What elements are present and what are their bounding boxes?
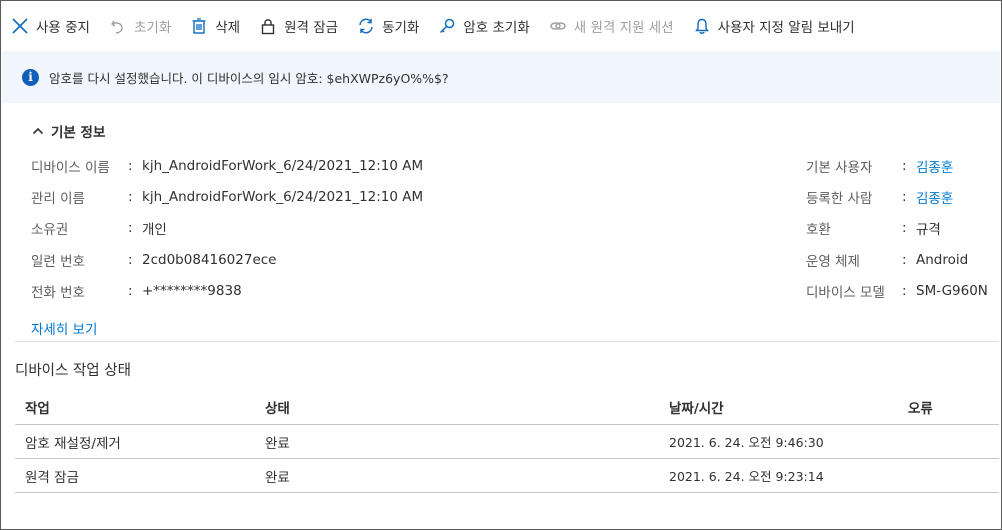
link-icon: [548, 16, 568, 36]
column-header-datetime[interactable]: 날짜/시간: [659, 397, 902, 417]
section-divider: [15, 341, 999, 342]
cell-status: 완료: [265, 469, 290, 486]
cell-datetime: 2021. 6. 24. 오전 9:46:30: [669, 435, 824, 450]
retire-button[interactable]: 사용 중지: [10, 10, 90, 42]
new-remote-assistance-session-button[interactable]: 새 원격 지원 세션: [548, 10, 674, 42]
command-bar: 사용 중지 초기화 삭제 원격 잠금 동기화 암호 초기화 새 원격 지원 세션…: [2, 2, 1000, 50]
sync-icon: [356, 16, 376, 36]
basic-info-toggle[interactable]: 기본 정보: [31, 121, 105, 141]
device-detail-pane: 사용 중지 초기화 삭제 원격 잠금 동기화 암호 초기화 새 원격 지원 세션…: [0, 0, 1002, 530]
info-icon: i: [22, 68, 39, 86]
info-notification-bar: i 암호를 다시 설정했습니다. 이 디바이스의 임시 암호: $ehXWPz6…: [2, 51, 1000, 103]
cell-datetime: 2021. 6. 24. 오전 9:23:14: [669, 469, 824, 484]
delete-button[interactable]: 삭제: [189, 10, 240, 42]
cell-action: 암호 재설정/제거: [25, 435, 121, 452]
prop-ownership: 소유권 : 개인: [31, 220, 167, 238]
close-icon: [10, 16, 30, 36]
reset-passcode-button[interactable]: 암호 초기화: [437, 10, 530, 42]
prop-compliance: 호환 : 규격: [806, 220, 941, 238]
send-custom-notification-button[interactable]: 사용자 지정 알림 보내기: [692, 10, 855, 42]
column-header-error[interactable]: 오류: [902, 397, 999, 417]
sync-button[interactable]: 동기화: [356, 10, 419, 42]
table-row[interactable]: 원격 잠금 완료 2021. 6. 24. 오전 9:23:14: [15, 459, 999, 493]
prop-management-name: 관리 이름 : kjh_AndroidForWork_6/24/2021_12:…: [31, 189, 424, 207]
key-icon: [437, 16, 457, 36]
prop-device-name: 디바이스 이름 : kjh_AndroidForWork_6/24/2021_1…: [31, 158, 424, 176]
bell-icon: [692, 16, 712, 36]
remote-lock-button[interactable]: 원격 잠금: [258, 10, 338, 42]
see-more-link[interactable]: 자세히 보기: [31, 318, 97, 338]
info-message: 암호를 다시 설정했습니다. 이 디바이스의 임시 암호: $ehXWPz6yO…: [49, 70, 449, 86]
trash-icon: [189, 16, 209, 36]
cell-action: 원격 잠금: [25, 469, 79, 486]
lock-icon: [258, 16, 278, 36]
primary-user-link[interactable]: 김종훈: [916, 156, 953, 176]
chevron-up-icon: [31, 124, 45, 138]
table-row[interactable]: 암호 재설정/제거 완료 2021. 6. 24. 오전 9:46:30: [15, 425, 999, 459]
prop-enrolled-by: 등록한 사람 : 김종훈: [806, 187, 954, 207]
device-action-table: 작업 상태 날짜/시간 오류 암호 재설정/제거 완료 2021. 6. 24.…: [15, 389, 999, 493]
prop-serial-number: 일련 번호 : 2cd0b08416027ece: [31, 252, 277, 270]
prop-operating-system: 운영 체제 : Android: [806, 252, 969, 270]
prop-phone-number: 전화 번호 : +********9838: [31, 283, 242, 301]
enrolled-by-link[interactable]: 김종훈: [916, 187, 953, 207]
wipe-button[interactable]: 초기화: [108, 10, 171, 42]
prop-primary-user: 기본 사용자 : 김종훈: [806, 156, 954, 176]
undo-icon: [108, 16, 128, 36]
prop-device-model: 디바이스 모델 : SM-G960N: [806, 283, 988, 301]
column-header-action[interactable]: 작업: [15, 397, 257, 417]
table-header: 작업 상태 날짜/시간 오류: [15, 389, 999, 425]
column-header-status[interactable]: 상태: [257, 397, 659, 417]
device-action-status-title: 디바이스 작업 상태: [15, 363, 131, 379]
basic-info-title: 기본 정보: [51, 125, 106, 141]
cell-status: 완료: [265, 435, 290, 452]
